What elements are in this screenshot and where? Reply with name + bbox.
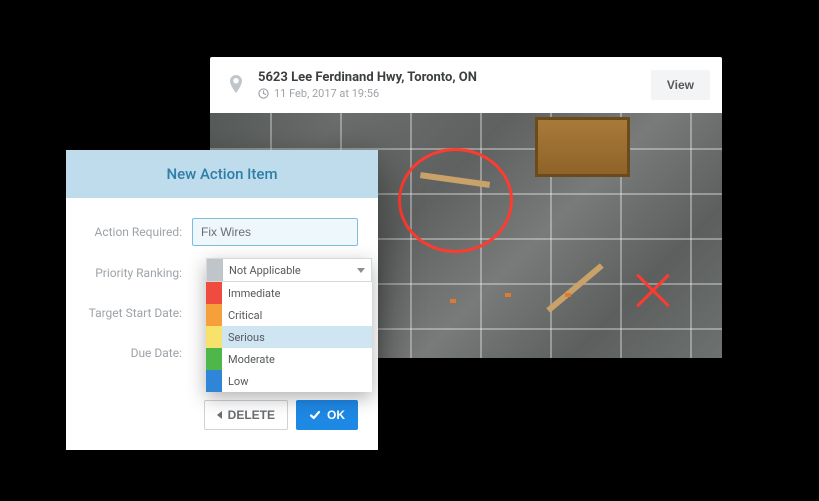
label-due-date: Due Date: <box>80 346 192 360</box>
swatch-icon <box>206 326 222 348</box>
priority-option-moderate[interactable]: Moderate <box>206 348 372 370</box>
option-label: Moderate <box>228 353 275 366</box>
priority-dropdown-selected[interactable]: Not Applicable <box>206 258 372 282</box>
delete-button[interactable]: DELETE <box>204 400 288 430</box>
plank <box>546 263 603 313</box>
swatch-icon <box>206 304 222 326</box>
modal-footer: DELETE OK <box>66 384 378 450</box>
clock-icon <box>258 88 269 99</box>
swatch-icon <box>206 348 222 370</box>
label-target-start: Target Start Date: <box>80 306 192 320</box>
swatch-icon <box>206 370 222 392</box>
action-required-input[interactable] <box>192 218 358 246</box>
priority-option-low[interactable]: Low <box>206 370 372 392</box>
priority-option-immediate[interactable]: Immediate <box>206 282 372 304</box>
option-label: Low <box>228 375 248 388</box>
ok-button[interactable]: OK <box>296 400 358 430</box>
annotation-x <box>630 268 675 313</box>
priority-dropdown[interactable]: Not Applicable Immediate Critical Seriou… <box>206 258 372 392</box>
delete-button-label: DELETE <box>228 408 275 422</box>
swatch-icon <box>206 282 222 304</box>
chevron-left-icon <box>217 411 222 419</box>
label-action-required: Action Required: <box>80 225 192 239</box>
modal-title: New Action Item <box>66 150 378 198</box>
priority-selected-label: Not Applicable <box>223 264 357 277</box>
modal-form: Action Required: Priority Ranking: Not A… <box>66 198 378 384</box>
option-label: Immediate <box>228 287 280 300</box>
photo-timestamp-row: 11 Feb, 2017 at 19:56 <box>258 87 651 100</box>
annotation-circle <box>398 148 513 253</box>
priority-option-serious[interactable]: Serious <box>206 326 372 348</box>
view-button[interactable]: View <box>651 70 710 100</box>
photo-address: 5623 Lee Ferdinand Hwy, Toronto, ON <box>258 70 651 85</box>
option-label: Serious <box>228 331 265 344</box>
check-icon <box>309 409 321 421</box>
priority-option-critical[interactable]: Critical <box>206 304 372 326</box>
option-label: Critical <box>228 309 262 322</box>
new-action-item-modal: New Action Item Action Required: Priorit… <box>66 150 378 450</box>
photo-card-header: 5623 Lee Ferdinand Hwy, Toronto, ON 11 F… <box>210 57 722 113</box>
swatch-icon <box>207 259 223 281</box>
photo-timestamp: 11 Feb, 2017 at 19:56 <box>274 87 379 100</box>
ok-button-label: OK <box>327 408 345 422</box>
chevron-down-icon <box>357 268 365 273</box>
label-priority-ranking: Priority Ranking: <box>80 266 192 280</box>
map-pin-icon <box>218 67 254 103</box>
crate <box>535 117 630 177</box>
